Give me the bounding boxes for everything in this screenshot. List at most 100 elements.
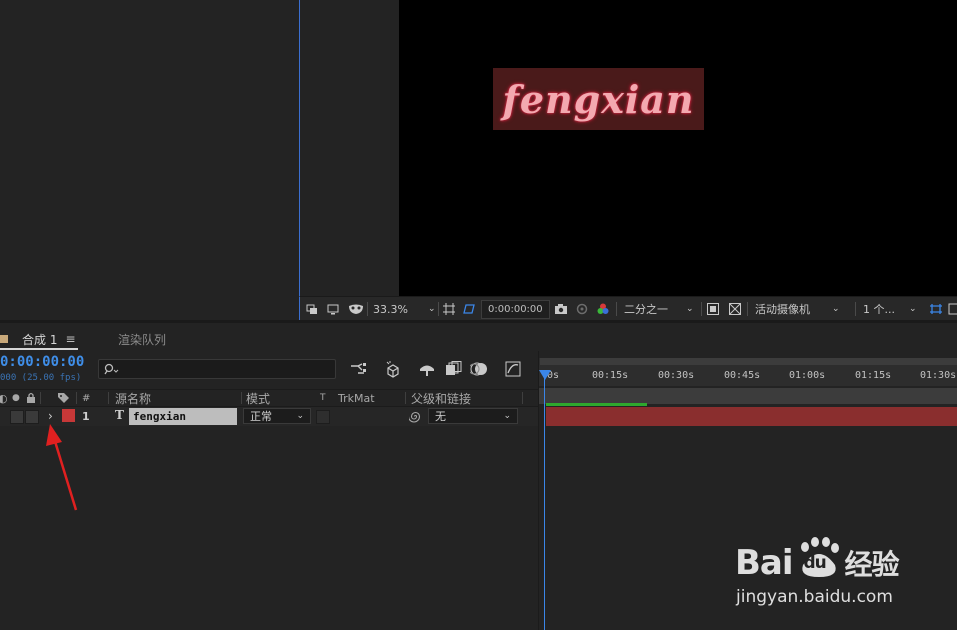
- mask-icon[interactable]: [348, 303, 364, 315]
- viewer-timecode[interactable]: 0:00:00:00: [481, 300, 550, 319]
- source-name-header[interactable]: 源名称: [115, 391, 151, 406]
- motion-blur-icon[interactable]: [470, 361, 488, 377]
- toolbar-separator: [367, 302, 368, 316]
- timeline-track-header: [538, 388, 957, 404]
- layer-duration-bar[interactable]: [546, 407, 957, 426]
- toolbar-separator: [701, 302, 702, 316]
- camera-value: 活动摄像机: [755, 303, 810, 316]
- column-separator: [522, 392, 523, 404]
- layer-number-header[interactable]: #: [82, 391, 90, 405]
- tab-composition[interactable]: 合成 1 ≡: [0, 329, 76, 349]
- current-time-display[interactable]: 0:00:00:00: [0, 354, 84, 370]
- panel-menu-icon[interactable]: [948, 303, 957, 315]
- playhead-handle[interactable]: [539, 370, 551, 380]
- watermark-brand-cn: 经验: [844, 548, 900, 581]
- frame-blending-icon[interactable]: [444, 361, 462, 377]
- time-tick: 01:00s: [789, 370, 826, 381]
- column-separator: [76, 392, 77, 404]
- cache-render-indicator: [546, 403, 647, 406]
- project-panel: [0, 0, 298, 320]
- composition-viewer[interactable]: fengxian: [299, 0, 957, 296]
- region-of-interest-icon[interactable]: [462, 303, 476, 315]
- fast-previews-icon[interactable]: [707, 303, 719, 315]
- paw-logo-icon: du: [795, 537, 843, 583]
- monitor-icon[interactable]: [327, 303, 339, 315]
- always-preview-icon[interactable]: [306, 303, 318, 315]
- watermark-brand: Bai: [735, 543, 794, 583]
- video-switch[interactable]: [10, 410, 24, 424]
- time-tick: 00:30s: [658, 370, 695, 381]
- time-tick: 01:15s: [855, 370, 892, 381]
- trkmat-header[interactable]: TrkMat: [338, 391, 375, 405]
- lock-icon[interactable]: [26, 392, 36, 403]
- parent-link-header[interactable]: 父级和链接: [411, 391, 471, 406]
- camera-snapshot-icon[interactable]: [554, 303, 568, 315]
- chevron-down-icon: ⌄: [686, 304, 694, 314]
- watermark-du: du: [803, 553, 827, 573]
- viewer-timecode-value: 0:00:00:00: [488, 304, 543, 315]
- hide-shy-layers-icon[interactable]: [418, 361, 436, 377]
- grid-guides-icon[interactable]: [443, 303, 457, 315]
- toolbar-separator: [855, 302, 856, 316]
- trkmat-checkbox[interactable]: [316, 410, 330, 424]
- text-layer-preview[interactable]: fengxian: [493, 68, 704, 130]
- views-value: 1 个...: [863, 303, 895, 316]
- camera-dropdown[interactable]: 活动摄像机 ⌄: [755, 301, 840, 317]
- blend-mode-value: 正常: [250, 410, 272, 423]
- column-separator: [241, 392, 242, 404]
- tab-render-queue[interactable]: 渲染队列: [118, 329, 166, 349]
- layer-column-header: ◐ ● # 源名称 模式 T TrkMat 父级和链接: [0, 389, 538, 407]
- composition-mini-flowchart-icon[interactable]: [350, 362, 368, 376]
- chevron-down-icon: ⌄: [832, 304, 840, 314]
- viewer-toolbar: 33.3% ⌄ 0:00:00:00 二分之一 ⌄ 活动摄像机 ⌄ 1 个...…: [299, 296, 957, 321]
- blend-mode-dropdown[interactable]: 正常 ⌄: [243, 408, 311, 424]
- preview-text: fengxian: [502, 76, 695, 122]
- parent-dropdown[interactable]: 无 ⌄: [428, 408, 518, 424]
- playhead-line[interactable]: [544, 372, 545, 630]
- search-icon: [104, 363, 119, 375]
- chevron-down-icon: ⌄: [296, 411, 304, 421]
- time-tick: 00:45s: [724, 370, 761, 381]
- draft-3d-icon[interactable]: [384, 360, 402, 378]
- graph-editor-icon[interactable]: [505, 361, 521, 377]
- audio-column-icon[interactable]: ◐: [0, 391, 8, 405]
- label-tag-icon[interactable]: [57, 392, 70, 404]
- resolution-dropdown[interactable]: 二分之一 ⌄: [624, 301, 694, 317]
- tab-render-queue-label: 渲染队列: [118, 332, 167, 347]
- pick-whip-icon[interactable]: [409, 410, 422, 423]
- composition-canvas[interactable]: [399, 0, 957, 296]
- layer-search-input[interactable]: [98, 359, 336, 379]
- chevron-down-icon: ⌄: [909, 304, 917, 314]
- zoom-value: 33.3%: [373, 302, 408, 316]
- active-tab-indicator: [0, 348, 78, 350]
- column-separator: [40, 392, 41, 404]
- work-area-bar[interactable]: [540, 358, 957, 365]
- timeline-tabs: 合成 1 ≡ 渲染队列: [0, 323, 957, 351]
- zoom-dropdown[interactable]: 33.3% ⌄: [373, 301, 436, 317]
- channels-icon[interactable]: [596, 303, 610, 315]
- chevron-down-icon: ⌄: [427, 304, 436, 314]
- resolution-value: 二分之一: [624, 303, 668, 316]
- transparency-grid-icon[interactable]: [729, 303, 741, 315]
- tab-menu-icon[interactable]: ≡: [65, 332, 75, 346]
- column-separator: [405, 392, 406, 404]
- watermark-url: jingyan.baidu.com: [736, 587, 893, 607]
- baidu-watermark: Bai du 经验 jingyan.baidu.com: [730, 525, 950, 615]
- reset-exposure-icon[interactable]: [929, 303, 943, 315]
- chevron-down-icon: ⌄: [503, 411, 511, 421]
- time-tick: 00:15s: [592, 370, 629, 381]
- column-separator: [108, 392, 109, 404]
- preserve-transparency-header[interactable]: T: [320, 391, 326, 405]
- solo-column-icon[interactable]: ●: [12, 391, 20, 405]
- show-snapshot-icon[interactable]: [575, 303, 589, 315]
- timeline-edge: [538, 351, 539, 630]
- layer-name-field[interactable]: fengxian: [129, 408, 237, 425]
- time-tick: 01:30s: [920, 370, 957, 381]
- toolbar-separator: [616, 302, 617, 316]
- solo-switch[interactable]: [25, 410, 39, 424]
- composition-icon: [0, 335, 8, 343]
- parent-value: 无: [435, 410, 446, 423]
- views-dropdown[interactable]: 1 个... ⌄: [863, 301, 917, 317]
- text-layer-type-icon: T: [115, 408, 124, 422]
- mode-header[interactable]: 模式: [246, 391, 270, 406]
